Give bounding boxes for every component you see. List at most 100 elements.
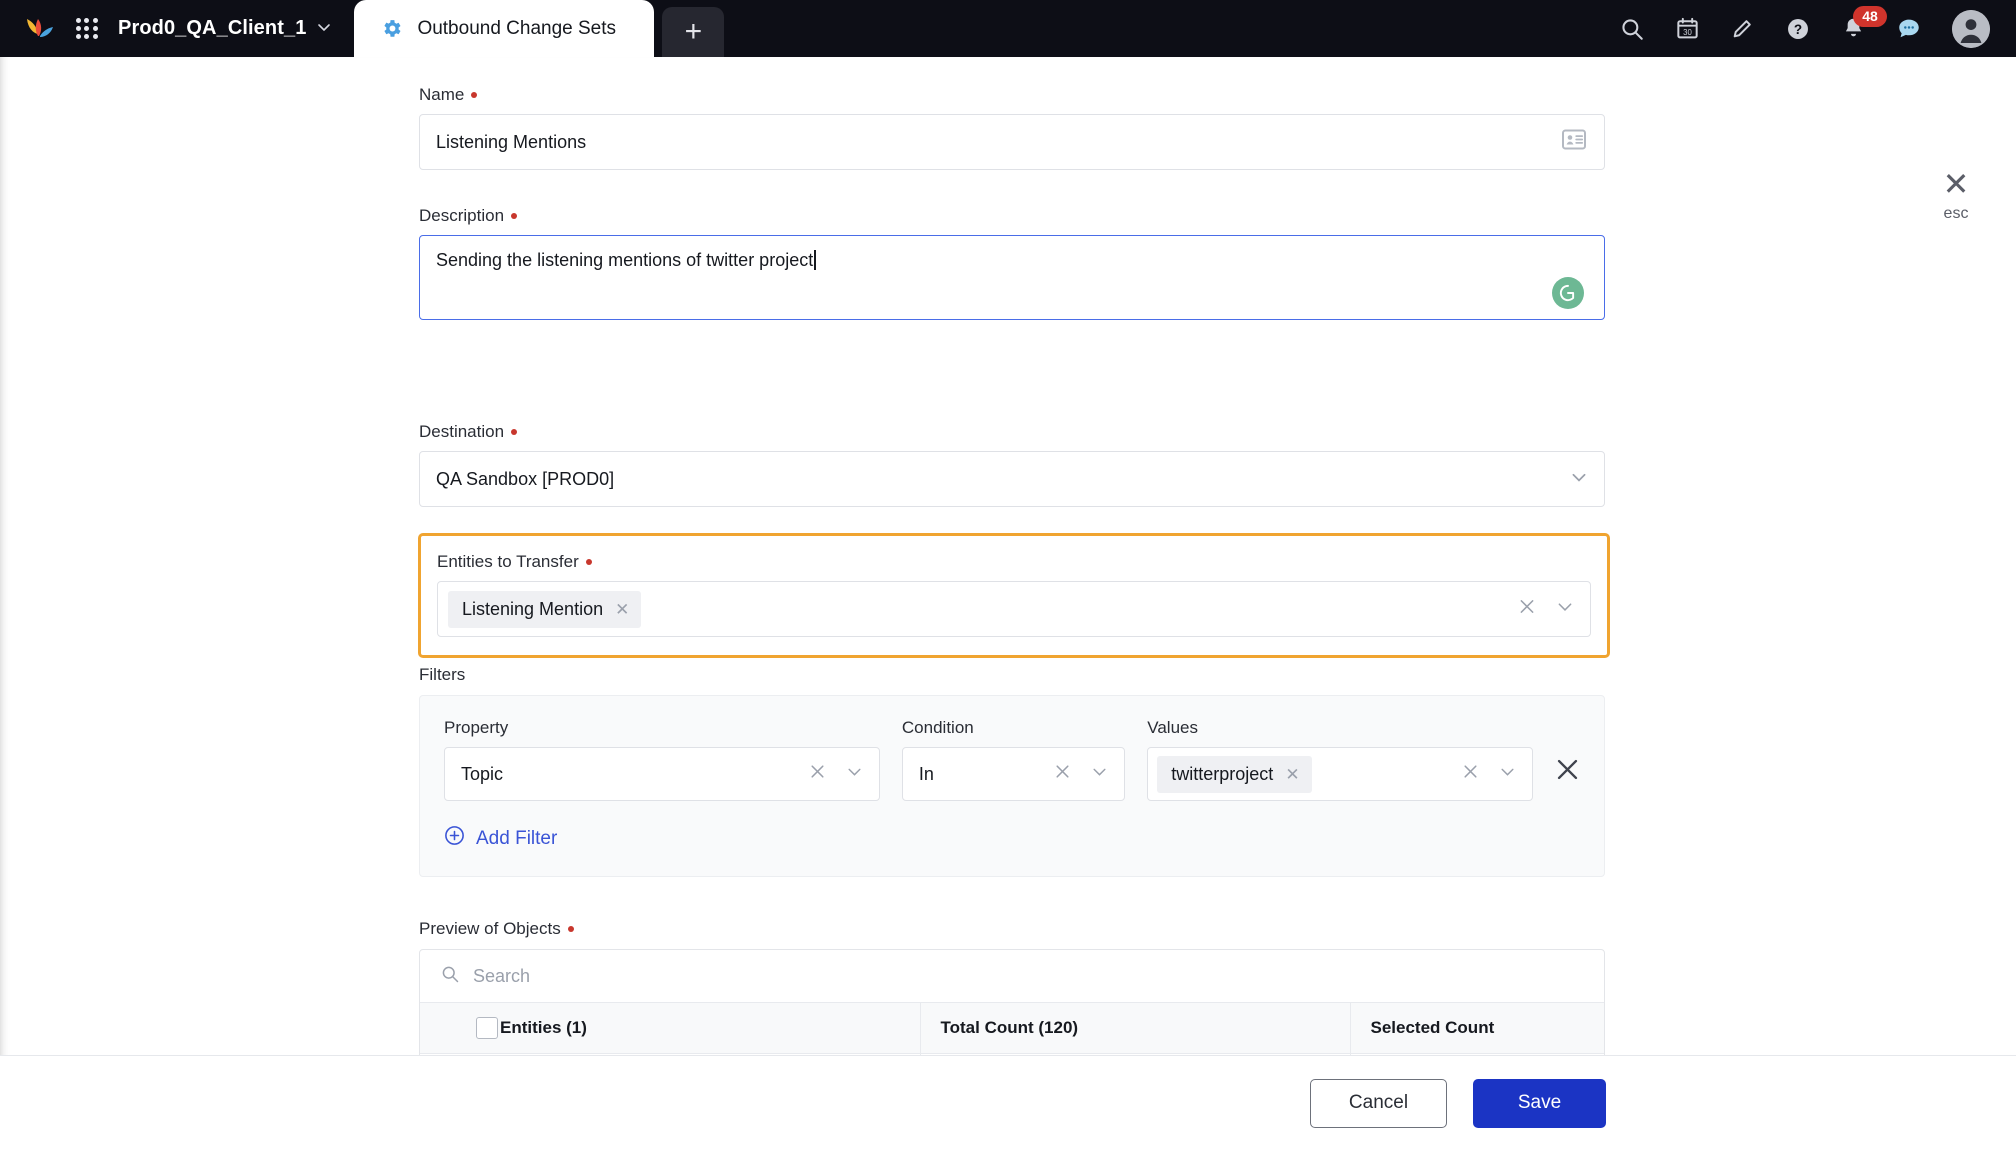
add-filter-button[interactable]: Add Filter (444, 825, 557, 852)
bell-icon[interactable]: 48 (1841, 6, 1887, 41)
filter-property-column: Property Topic (444, 718, 880, 801)
description-textarea[interactable]: Sending the listening mentions of twitte… (419, 235, 1605, 320)
chevron-down-icon[interactable] (316, 19, 332, 39)
pencil-icon[interactable] (1730, 16, 1755, 41)
filter-values-column: Values twitterproject ✕ (1147, 718, 1533, 801)
remove-filter-row-button[interactable] (1555, 757, 1580, 787)
destination-select[interactable]: QA Sandbox [PROD0] (419, 451, 1605, 507)
clear-x-icon[interactable] (809, 763, 826, 785)
entities-select-actions (1518, 598, 1574, 621)
field-name: Name Listening Mentions (419, 85, 1605, 170)
text-cursor (814, 250, 816, 270)
chevron-down-icon[interactable] (1091, 763, 1108, 785)
name-label-text: Name (419, 85, 465, 104)
description-label: Description (419, 206, 1605, 226)
filter-property-select[interactable]: Topic (444, 747, 880, 801)
filters-label-text: Filters (419, 665, 466, 684)
preview-search-row[interactable]: Search (420, 950, 1604, 1003)
required-indicator-icon (511, 213, 518, 219)
question-mark-icon[interactable]: ? (1785, 16, 1811, 42)
chat-bubble-icon[interactable] (1896, 16, 1922, 42)
column-header-entities: Entities (1) (500, 1003, 920, 1054)
esc-label: esc (1943, 205, 1969, 222)
filter-property-label: Property (444, 718, 509, 737)
chevron-down-icon[interactable] (1556, 598, 1574, 621)
filters-section: Filters Property Topic Condition In Valu… (419, 665, 1605, 877)
search-icon[interactable] (1619, 16, 1645, 42)
contact-card-icon[interactable] (1562, 129, 1586, 155)
destination-label: Destination (419, 422, 1605, 442)
tab-label: Outbound Change Sets (417, 17, 617, 39)
filter-condition-label: Condition (901, 718, 974, 737)
entities-label: Entities to Transfer (437, 552, 1591, 572)
select-all-checkbox[interactable] (476, 1017, 498, 1039)
required-indicator-icon (511, 429, 518, 435)
filter-condition-select[interactable]: In (901, 747, 1126, 801)
topbar-left-group: Prod0_QA_Client_1 (0, 0, 332, 57)
destination-value: QA Sandbox [PROD0] (436, 468, 615, 489)
change-set-editor-panel: ✕ esc Name Listening Mentions Descriptio… (0, 57, 2016, 1095)
app-grid-icon[interactable] (74, 16, 100, 42)
tab-outbound-change-sets[interactable]: Outbound Change Sets (354, 0, 655, 57)
chevron-down-icon[interactable] (1570, 468, 1588, 491)
chevron-down-icon[interactable] (846, 763, 863, 785)
gear-icon (380, 17, 403, 40)
cancel-button[interactable]: Cancel (1310, 1078, 1447, 1128)
filter-property-value: Topic (461, 763, 504, 784)
field-entities-to-transfer: Entities to Transfer Listening Mention ✕ (418, 533, 1610, 658)
grammarly-icon[interactable] (1552, 277, 1584, 309)
add-filter-label: Add Filter (476, 827, 558, 849)
chip-remove-icon[interactable]: ✕ (1285, 766, 1299, 783)
topbar-right-group: 30 ? 48 (1619, 0, 2016, 57)
panel-footer: Cancel Save (0, 1055, 2016, 1150)
table-header-row: Entities (1) Total Count (120) Selected … (420, 1003, 1604, 1054)
filter-row: Property Topic Condition In Values twitt… (444, 718, 1580, 801)
clear-x-icon[interactable] (1054, 763, 1071, 785)
filter-values-multiselect[interactable]: twitterproject ✕ (1147, 747, 1533, 801)
name-label: Name (419, 85, 1605, 105)
entity-chip-label: Listening Mention (462, 598, 604, 619)
filter-value-chip-label: twitterproject (1171, 763, 1274, 784)
preview-search-input[interactable]: Search (473, 966, 530, 987)
required-indicator-icon (471, 92, 478, 98)
filter-condition-column: Condition In (901, 718, 1126, 801)
field-destination: Destination QA Sandbox [PROD0] (419, 422, 1605, 507)
sprinklr-logo[interactable] (22, 12, 56, 46)
notification-count-badge: 48 (1853, 6, 1887, 27)
entities-multiselect[interactable]: Listening Mention ✕ (437, 581, 1591, 637)
svg-text:?: ? (1794, 21, 1802, 36)
column-header-total-count: Total Count (120) (919, 1003, 1350, 1054)
description-value: Sending the listening mentions of twitte… (436, 250, 814, 270)
svg-text:30: 30 (1683, 28, 1692, 37)
filter-condition-actions (1054, 763, 1108, 785)
name-input-value: Listening Mentions (436, 131, 587, 152)
filter-property-actions (809, 763, 863, 785)
clear-x-icon[interactable] (1518, 598, 1536, 621)
preview-label-text: Preview of Objects (419, 919, 561, 938)
save-button[interactable]: Save (1473, 1078, 1606, 1128)
destination-label-text: Destination (419, 422, 505, 441)
name-input[interactable]: Listening Mentions (419, 114, 1605, 170)
clear-x-icon[interactable] (1462, 763, 1479, 785)
entity-chip[interactable]: Listening Mention ✕ (448, 590, 642, 628)
chevron-down-icon[interactable] (1499, 763, 1516, 785)
filters-label: Filters (419, 665, 1605, 685)
plus-circle-icon (444, 825, 465, 852)
org-name-label[interactable]: Prod0_QA_Client_1 (118, 17, 306, 40)
entities-label-text: Entities to Transfer (437, 552, 579, 571)
filter-values-label: Values (1147, 718, 1198, 737)
calendar-icon[interactable]: 30 (1675, 16, 1700, 41)
chip-remove-icon[interactable]: ✕ (615, 601, 629, 618)
filters-card: Property Topic Condition In Values twitt… (419, 695, 1605, 877)
avatar[interactable] (1952, 9, 1990, 48)
top-navigation-bar: Prod0_QA_Client_1 Outbound Change Sets + (0, 0, 2016, 57)
filter-value-chip[interactable]: twitterproject ✕ (1157, 755, 1312, 793)
tab-strip: Outbound Change Sets + (354, 0, 725, 57)
filter-values-actions (1462, 763, 1516, 785)
filter-condition-value: In (918, 763, 934, 784)
close-icon: ✕ (1942, 166, 1970, 202)
description-label-text: Description (419, 206, 505, 225)
close-panel-button[interactable]: ✕ esc (1928, 166, 1984, 223)
column-header-selected-count: Selected Count (1349, 1003, 1604, 1054)
new-tab-button[interactable]: + (662, 7, 725, 57)
